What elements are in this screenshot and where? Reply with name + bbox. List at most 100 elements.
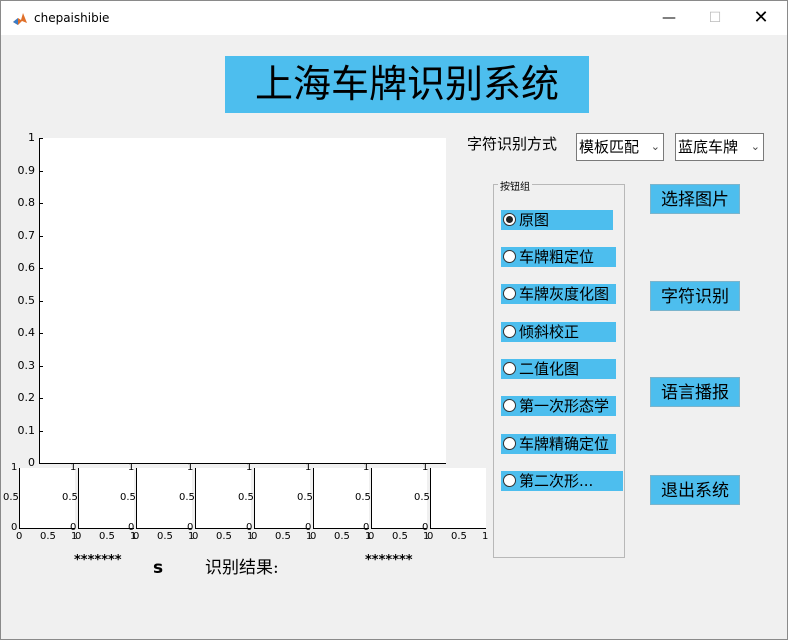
window-title: chepaishibie [34, 11, 110, 25]
radio-precise-location[interactable]: 车牌精确定位 [501, 434, 616, 454]
plate-type-select[interactable]: 蓝底车牌 ⌄ [675, 133, 764, 161]
ytick-mark [39, 235, 43, 237]
ytick-mark [39, 430, 43, 432]
radio-label: 第二次形... [519, 472, 594, 490]
small-axes-tick-label: 0 [427, 531, 434, 542]
small-axes-tick-label: 1 [70, 462, 77, 473]
small-axes-tick-label: 0 [251, 531, 258, 542]
small-axes-tick-label: 0.5 [451, 531, 467, 542]
small-axes-tick-label: 1 [305, 462, 312, 473]
radio-label: 车牌精确定位 [519, 435, 610, 453]
radio-label: 第一次形态学 [519, 397, 610, 415]
matlab-logo-icon [12, 11, 28, 27]
radio-icon [503, 399, 516, 412]
small-axes-tick-label: 1 [482, 531, 489, 542]
radio-icon [503, 287, 516, 300]
ytick-label: 0.6 [17, 261, 36, 274]
radio-first-morphology[interactable]: 第一次形态学 [501, 396, 616, 416]
title-bar: chepaishibie — ☐ ✕ [1, 1, 787, 35]
radio-grayscale[interactable]: 车牌灰度化图 [501, 284, 616, 304]
button-group-title: 按钮组 [498, 178, 532, 193]
small-axes-tick-label: 0.5 [179, 492, 195, 503]
recognize-characters-button[interactable]: 字符识别 [650, 281, 740, 311]
radio-label: 车牌粗定位 [519, 248, 595, 266]
small-axes-tick-label: 1 [128, 462, 135, 473]
radio-label: 车牌灰度化图 [519, 285, 610, 303]
ytick-label: 0.7 [17, 228, 36, 242]
speech-broadcast-button[interactable]: 语言播报 [650, 377, 740, 407]
radio-icon [503, 250, 516, 263]
small-axes-tick-label: 0 [192, 531, 199, 542]
small-axes-tick-label: 0.5 [99, 531, 115, 542]
ytick-mark [39, 365, 43, 367]
small-axes-tick-label: 1 [422, 462, 429, 473]
ytick-label: 0.2 [17, 391, 36, 404]
small-axes-tick-label: 1 [246, 462, 253, 473]
small-axes-tick-label: 0.5 [62, 492, 78, 503]
left-result-placeholder: ******* [74, 553, 122, 568]
s-label: s [153, 558, 164, 578]
radio-icon [503, 437, 516, 450]
app-window: chepaishibie — ☐ ✕ 上海车牌识别系统 1 0.9 0.8 0.7 0.… [0, 0, 788, 640]
radio-icon [503, 325, 516, 338]
chevron-down-icon: ⌄ [650, 140, 660, 153]
small-axes-tick-label: 0.5 [238, 492, 254, 503]
small-image-axes [430, 468, 486, 529]
radio-label: 原图 [519, 211, 550, 229]
small-axes-tick-label: 0.5 [355, 492, 371, 503]
ytick-label: 0.4 [17, 326, 36, 339]
ytick-label: 0.3 [17, 358, 36, 372]
maximize-button[interactable]: ☐ [692, 1, 738, 35]
small-axes-tick-label: 0.5 [120, 492, 136, 503]
radio-label: 二值化图 [519, 360, 580, 378]
ytick-mark [39, 463, 43, 464]
small-axes-tick-label: 0.5 [392, 531, 408, 542]
ytick-label: 0.1 [17, 423, 36, 437]
radio-coarse-location[interactable]: 车牌粗定位 [501, 247, 616, 267]
minimize-button[interactable]: — [646, 1, 692, 35]
small-axes-tick-label: 0.5 [414, 492, 430, 503]
method-select-value: 模板匹配 [579, 138, 640, 156]
close-button[interactable]: ✕ [738, 1, 784, 35]
plate-type-select-value: 蓝底车牌 [678, 138, 739, 156]
small-axes-tick-label: 1 [363, 462, 370, 473]
small-axes-tick-label: 0 [310, 531, 317, 542]
small-axes-tick-label: 0 [368, 531, 375, 542]
small-axes-tick-label: 0.5 [297, 492, 313, 503]
ytick-label: 0.8 [17, 196, 36, 209]
small-axes-tick-label: 0 [75, 531, 82, 542]
system-title-banner: 上海车牌识别系统 [225, 56, 589, 113]
small-axes-tick-label: 0.5 [40, 531, 56, 542]
ytick-mark [39, 203, 43, 204]
exit-system-button[interactable]: 退出系统 [650, 475, 740, 505]
small-axes-tick-label: 1 [187, 462, 194, 473]
radio-icon [503, 474, 516, 487]
small-axes-tick-label: 0.5 [275, 531, 291, 542]
ytick-mark [39, 268, 43, 269]
small-axes-tick-label: 0.5 [157, 531, 173, 542]
ytick-mark [39, 170, 43, 172]
small-axes-tick-label: 0 [16, 531, 23, 542]
radio-second-morphology[interactable]: 第二次形... [501, 471, 623, 491]
small-axes-tick-label: 0.5 [334, 531, 350, 542]
ytick-mark [39, 333, 43, 334]
small-axes-tick-label: 0.5 [216, 531, 232, 542]
result-label: 识别结果: [205, 558, 279, 578]
ytick-label: 1 [28, 131, 35, 144]
radio-tilt-correction[interactable]: 倾斜校正 [501, 322, 616, 342]
radio-selected-icon [503, 213, 516, 226]
small-axes-tick-label: 0.5 [3, 492, 19, 503]
ytick-label: 0.9 [17, 163, 36, 177]
radio-binarization[interactable]: 二值化图 [501, 359, 616, 379]
radio-original[interactable]: 原图 [501, 210, 613, 230]
recognition-method-label: 字符识别方式 [467, 135, 558, 153]
main-axes-x-axis [39, 463, 446, 464]
select-image-button[interactable]: 选择图片 [650, 184, 740, 214]
chevron-down-icon: ⌄ [750, 140, 760, 153]
main-image-axes [39, 138, 446, 463]
result-value: ******* [365, 553, 413, 568]
small-axes-tick-label: 1 [11, 462, 18, 473]
method-select[interactable]: 模板匹配 ⌄ [576, 133, 664, 161]
small-axes-tick-label: 0 [133, 531, 140, 542]
ytick-mark [39, 138, 43, 139]
